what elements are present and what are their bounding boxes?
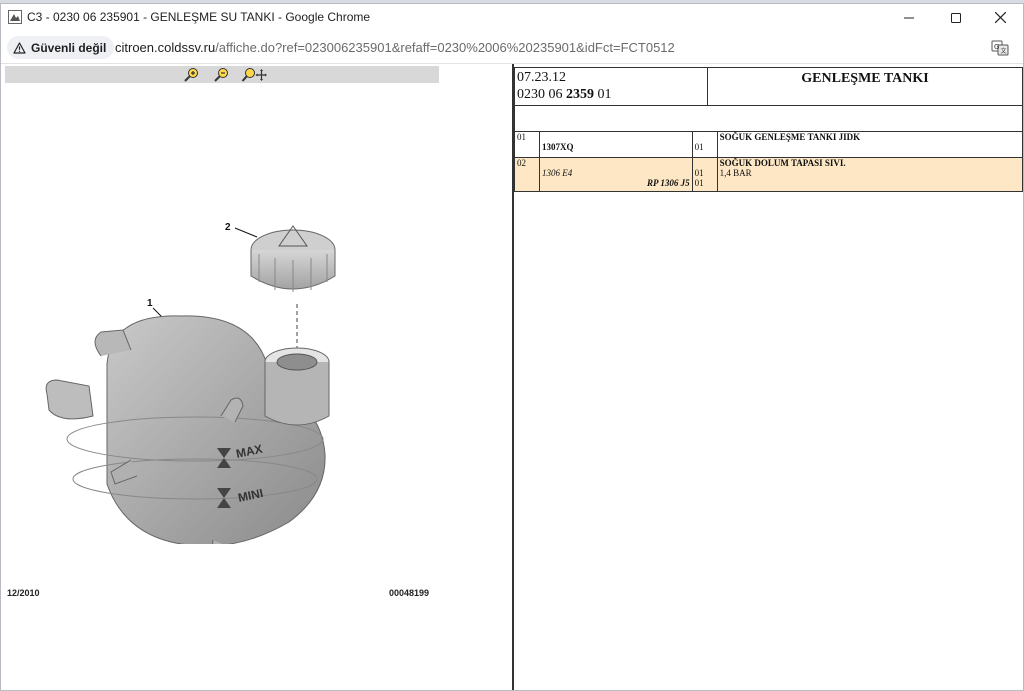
zoom-pan-icon[interactable]	[241, 67, 267, 83]
blank-row	[514, 105, 1023, 132]
zoom-in-icon[interactable]	[183, 67, 201, 83]
part-desc: SOĞUK DOLUM TAPASI SIVI.	[719, 158, 846, 168]
parts-table: 01 1307XQ 01 SOĞUK GENLEŞME TANKI JIDK 0…	[514, 131, 1024, 192]
app-favicon-icon	[8, 10, 22, 24]
part-desc-detail: 1,4 BAR	[719, 168, 752, 178]
table-row[interactable]: 01 1307XQ 01 SOĞUK GENLEŞME TANKI JIDK	[514, 131, 1024, 158]
part-desc: SOĞUK GENLEŞME TANKI JIDK	[719, 132, 861, 142]
diagram-pane: 2 1 MAX MINI 12/2010 00048199	[1, 64, 512, 690]
desc-cell: SOĞUK GENLEŞME TANKI JIDK	[716, 131, 1024, 158]
row-index: 02	[514, 157, 540, 192]
reference-code: 0230 06 2359 01	[517, 87, 612, 102]
part-ref[interactable]: 1306 E4	[542, 168, 690, 178]
close-icon	[994, 12, 1006, 23]
qty-cell: 01	[691, 131, 718, 158]
parts-pane: 07.23.12 0230 06 2359 01 GENLEŞME TANKI …	[514, 64, 1024, 690]
warning-icon	[13, 41, 26, 54]
qty: 01	[694, 142, 704, 152]
browser-window: C3 - 0230 06 235901 - GENLEŞME SU TANKI …	[0, 3, 1024, 691]
minimize-icon	[904, 17, 914, 18]
window-title: C3 - 0230 06 235901 - GENLEŞME SU TANKI …	[27, 10, 371, 24]
svg-text:文: 文	[1001, 47, 1007, 55]
address-bar: Güvenli değil citroen.coldssv.ru/affiche…	[1, 31, 1023, 64]
figure-number: 00048199	[389, 588, 430, 598]
part-ref[interactable]: 1307XQ	[542, 142, 690, 152]
maximize-icon	[951, 12, 961, 23]
qty-cell: 01 01	[691, 157, 718, 192]
diagram-toolbar	[5, 66, 439, 83]
page-content: 2 1 MAX MINI 12/2010 00048199 07.23.12 0…	[1, 64, 1024, 690]
security-chip[interactable]: Güvenli değil	[7, 36, 115, 59]
diagram-date: 12/2010	[7, 588, 40, 598]
url-path: /affiche.do?ref=023006235901&refaff=0230…	[215, 40, 675, 55]
url-host: citroen.coldssv.ru	[115, 40, 216, 55]
page-title: GENLEŞME TANKI	[801, 71, 929, 86]
translate-icon[interactable]: G 文	[991, 39, 1009, 57]
callout-1: 1	[147, 298, 153, 309]
qty: 01	[694, 178, 704, 188]
replacement-ref[interactable]: RP 1306 J5	[542, 178, 690, 188]
close-button[interactable]	[977, 4, 1023, 31]
zoom-out-icon[interactable]	[213, 67, 231, 83]
table-row[interactable]: 02 1306 E4 RP 1306 J5 01 01 SOĞUK DOLUM TA…	[514, 157, 1024, 192]
part-ref-cell: 1306 E4 RP 1306 J5	[538, 157, 693, 192]
header-codes: 07.23.12 0230 06 2359 01	[515, 68, 708, 105]
desc-cell: SOĞUK DOLUM TAPASI SIVI. 1,4 BAR	[716, 157, 1024, 192]
part-ref-cell: 1307XQ	[538, 131, 693, 158]
security-label: Güvenli değil	[31, 40, 107, 55]
url-field[interactable]: citroen.coldssv.ru/affiche.do?ref=023006…	[115, 40, 675, 55]
title-bar: C3 - 0230 06 235901 - GENLEŞME SU TANKI …	[1, 4, 1023, 31]
maximize-button[interactable]	[933, 4, 979, 31]
svg-text:G: G	[994, 43, 999, 51]
row-index: 01	[514, 131, 540, 158]
minimize-button[interactable]	[886, 4, 932, 31]
group-code: 07.23.12	[517, 70, 566, 85]
parts-header: 07.23.12 0230 06 2359 01 GENLEŞME TANKI	[514, 67, 1023, 106]
part-diagram: 2 1 MAX MINI	[45, 222, 336, 544]
qty: 01	[694, 168, 704, 178]
callout-2: 2	[225, 222, 231, 233]
